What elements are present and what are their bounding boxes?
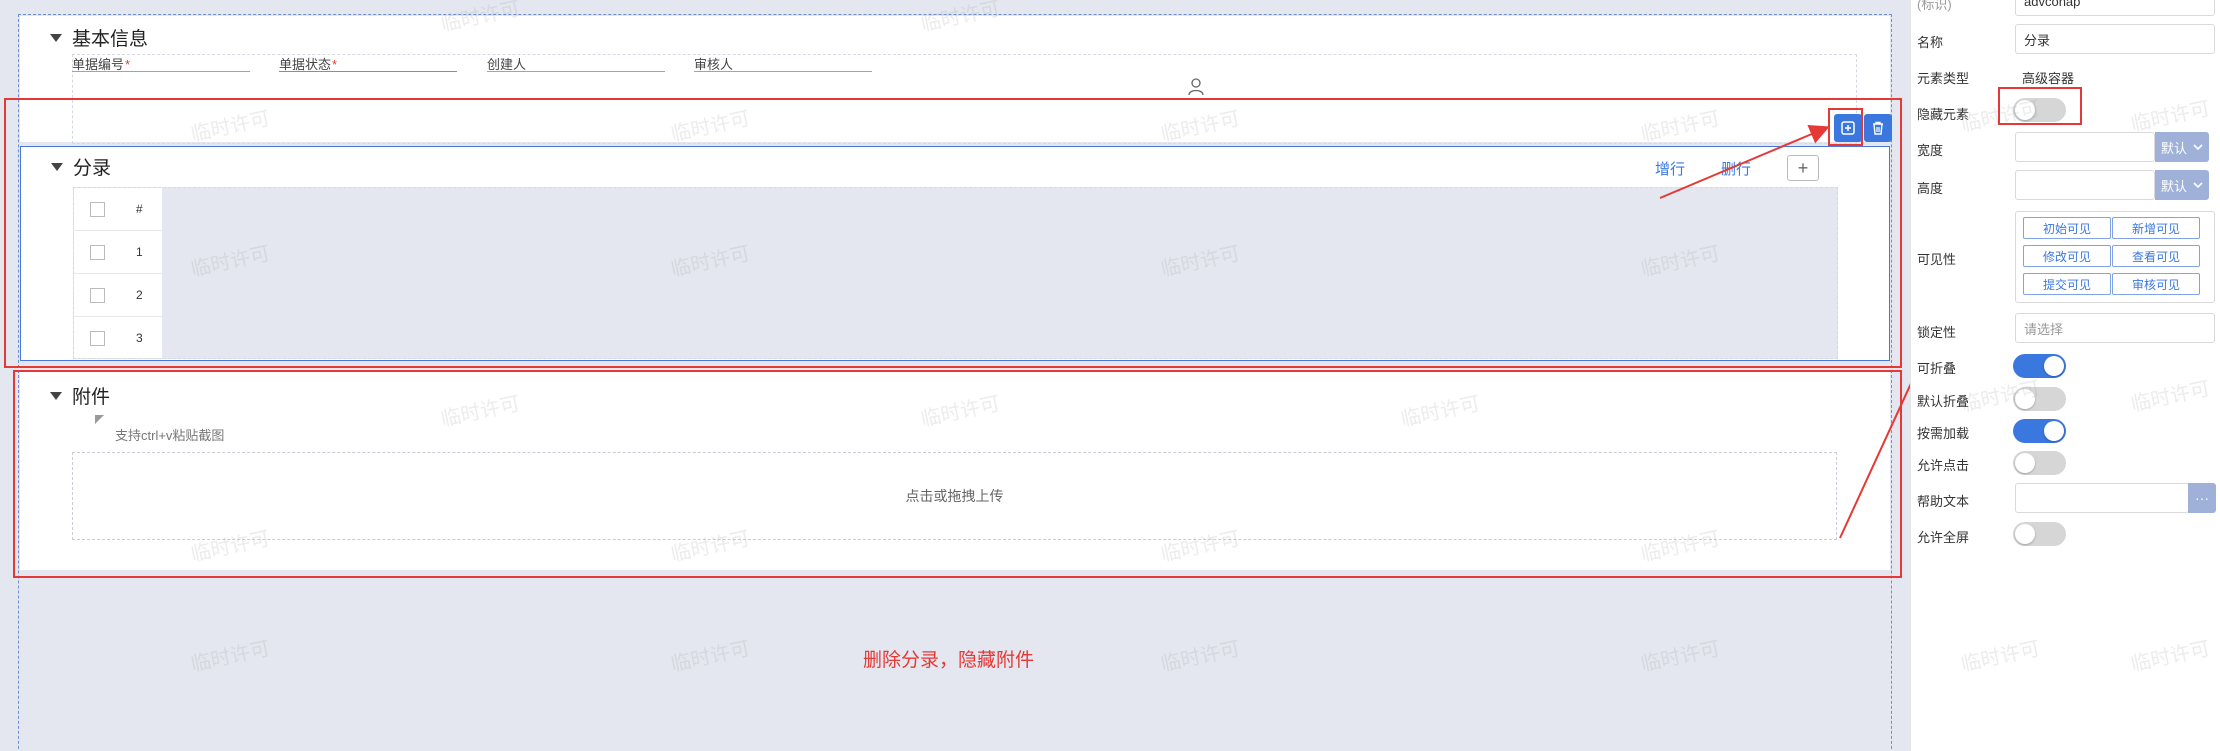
- default-collapse-label: 默认折叠: [1917, 394, 1970, 409]
- id-input[interactable]: advconap: [2015, 0, 2215, 16]
- visibility-initial-button[interactable]: 初始可见: [2023, 217, 2111, 239]
- visibility-edit-button[interactable]: 修改可见: [2023, 245, 2111, 267]
- annotation-arrows: [1659, 116, 2035, 539]
- arrow-to-add-button: [1659, 125, 1830, 199]
- visibility-view-button[interactable]: 查看可见: [2112, 245, 2200, 267]
- lazy-load-label: 按需加载: [1917, 426, 1970, 441]
- visibility-label: 可见性: [1917, 252, 1957, 267]
- visibility-audit-button[interactable]: 审核可见: [2112, 273, 2200, 295]
- width-select[interactable]: 默认: [2155, 132, 2210, 162]
- width-label: 宽度: [1917, 143, 1944, 158]
- hidden-label: 隐藏元素: [1917, 107, 1970, 122]
- height-label: 高度: [1917, 181, 1944, 196]
- lock-select[interactable]: 请选择: [2015, 313, 2215, 343]
- collapsible-label: 可折叠: [1917, 361, 1957, 376]
- visibility-submit-button[interactable]: 提交可见: [2023, 273, 2111, 295]
- type-value: 高级容器: [2022, 71, 2075, 86]
- collapsible-toggle[interactable]: [2013, 354, 2066, 378]
- default-collapse-toggle[interactable]: [2013, 387, 2066, 411]
- allow-fullscreen-toggle[interactable]: [2013, 522, 2066, 546]
- allow-click-label: 允许点击: [1917, 458, 1970, 473]
- lock-label: 锁定性: [1917, 325, 1957, 340]
- allow-fullscreen-label: 允许全屏: [1917, 530, 1970, 545]
- help-text-label: 帮助文本: [1917, 494, 1970, 509]
- help-text-input[interactable]: [2015, 483, 2189, 513]
- name-label: 名称: [1917, 35, 1944, 50]
- lazy-load-toggle[interactable]: [2013, 419, 2066, 443]
- type-label: 元素类型: [1917, 71, 1970, 86]
- height-select[interactable]: 默认: [2155, 170, 2210, 200]
- height-input[interactable]: [2015, 170, 2155, 200]
- chevron-down-icon: [2193, 182, 2203, 189]
- name-input[interactable]: 分录: [2015, 24, 2215, 54]
- help-text-more-button[interactable]: ···: [2188, 483, 2216, 513]
- panel-top-label: (标识): [1917, 0, 1952, 12]
- width-input[interactable]: [2015, 132, 2155, 162]
- visibility-new-button[interactable]: 新增可见: [2112, 217, 2200, 239]
- allow-click-toggle[interactable]: [2013, 451, 2066, 475]
- chevron-down-icon: [2193, 144, 2203, 151]
- annotation-box-hidden-toggle: [1998, 87, 2082, 125]
- designer-canvas: 基本信息 单据编号* 单据状态* 创建人 审核人 分录 增行 删行 + # 1 …: [0, 0, 2035, 751]
